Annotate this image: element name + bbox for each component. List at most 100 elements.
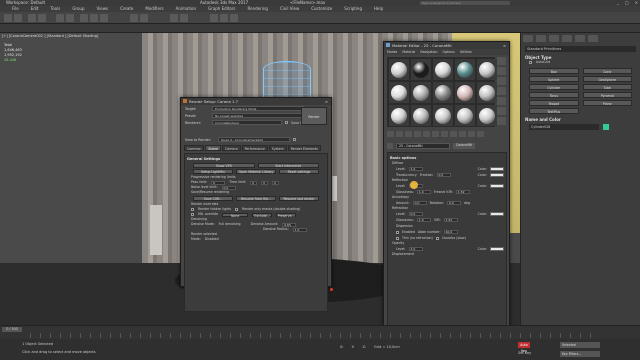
menu-material[interactable]: Material [402,49,415,55]
scale-icon[interactable] [100,14,108,22]
box-button[interactable]: Box [529,68,579,74]
pick-material-icon[interactable] [387,142,393,149]
reset-settings-button[interactable]: Reset settings [279,169,319,174]
save-cxr-button[interactable]: Save CXR... [193,196,233,201]
material-sample-slot[interactable] [389,105,409,126]
exclude-button[interactable]: Exclude... [252,212,273,218]
tab-system[interactable]: System [268,145,287,151]
textplus-button[interactable]: TextPlus [529,108,579,114]
material-editor-icon[interactable] [210,14,218,22]
refraction-glossiness-input[interactable]: 1.0 [416,218,431,222]
video-color-check-icon[interactable] [497,97,506,105]
angle-snap-icon[interactable] [140,14,148,22]
material-sample-slot[interactable] [389,59,409,80]
material-sample-slot[interactable] [455,105,475,126]
sphere-button[interactable]: Sphere [529,76,579,82]
setup-lightmix-button[interactable]: Setup LightMix [193,169,233,174]
material-sample-slot[interactable] [411,82,431,103]
make-unique-icon[interactable] [423,131,430,137]
material-id-icon[interactable] [441,131,448,137]
render-setup-icon[interactable] [220,14,228,22]
utilities-tab-icon[interactable] [588,35,598,42]
render-icon[interactable] [230,14,238,22]
fresnel-ior-input[interactable]: 1.52 [455,190,470,194]
open-material-library-button[interactable]: Open Material Library [236,169,276,174]
material-editor-titlebar[interactable]: Material Editor - 25 - CoronaMtl × [384,42,509,49]
go-to-parent-icon[interactable] [468,131,475,137]
denoise-mode-dropdown[interactable]: Full denoising [219,222,247,227]
key-filters-button[interactable]: Key Filters... [560,351,600,357]
dispersion-enabled-checkbox[interactable] [396,230,399,234]
modify-tab-icon[interactable] [536,35,546,42]
menu-modes[interactable]: Modes [387,49,397,55]
object-name-input[interactable]: Cylinder028 [529,124,599,130]
primitive-type-dropdown[interactable]: Standard Primitives [525,46,636,52]
redo-icon[interactable] [14,14,22,22]
set-key-button[interactable]: Set Key [518,351,531,355]
material-name-input[interactable]: 25 - CoronaMtl [396,142,450,149]
torus-button[interactable]: Torus [529,92,579,98]
resume-last-render-button[interactable]: Resume last render [279,196,319,201]
render-setup-titlebar[interactable]: Render Setup: Corona 1.7 × [181,98,331,105]
denoise-radius-input[interactable]: 1.0 [292,227,307,232]
anisotropy-amount-input[interactable]: 0.0 [412,201,427,205]
light-gizmo[interactable] [330,288,333,291]
material-sample-slot[interactable] [411,59,431,80]
search-input[interactable]: Type a keyword or phrase [420,1,510,5]
translucency-color-swatch[interactable] [490,173,504,177]
material-sample-slot[interactable] [433,82,453,103]
tab-common[interactable]: Common [184,145,205,151]
tube-button[interactable]: Tube [582,84,632,90]
pyramid-button[interactable]: Pyramid [582,92,632,98]
display-tab-icon[interactable] [575,35,585,42]
material-sample-slot[interactable] [411,105,431,126]
material-sample-slot[interactable] [477,59,497,80]
noise-limit-input[interactable]: 0.0 [221,185,236,190]
start-interactive-button[interactable]: Start interactive [257,163,319,168]
material-sample-slot[interactable] [477,105,497,126]
unlink-icon[interactable] [38,14,46,22]
show-vfb-button[interactable]: Show VFB [193,163,255,168]
render-hidden-checkbox[interactable] [191,208,194,211]
lock-view-icon[interactable] [293,138,296,141]
sample-type-icon[interactable] [497,57,506,65]
denoise-amount-input[interactable]: 0.65 [282,222,297,227]
get-material-icon[interactable] [387,131,394,137]
put-to-scene-icon[interactable] [396,131,403,137]
geosphere-button[interactable]: GeoSphere [582,76,632,82]
abbe-number-input[interactable]: 40.0 [443,230,458,234]
plane-button[interactable]: Plane [582,100,632,106]
caustics-checkbox[interactable] [435,236,439,240]
key-mode-dropdown[interactable]: Selected [560,342,600,348]
auto-key-button[interactable]: Auto Key [518,342,530,353]
render-selected-mode-dropdown[interactable]: Disabled [205,237,235,242]
select-by-name-icon[interactable] [66,14,74,22]
make-preview-icon[interactable] [497,107,506,115]
refraction-color-swatch[interactable] [490,212,504,216]
time-hours-input[interactable]: 0 [250,180,258,185]
translucency-fraction-input[interactable]: 0.0 [436,173,451,177]
time-seconds-input[interactable]: 0 [272,180,280,185]
material-sample-slot[interactable] [455,82,475,103]
opacity-color-swatch[interactable] [490,247,504,251]
opacity-level-input[interactable]: 1.0 [408,247,423,251]
autogrid-checkbox[interactable] [529,61,532,64]
cone-button[interactable]: Cone [582,68,632,74]
tab-render-elements[interactable]: Render Elements [287,145,321,151]
material-sample-slot[interactable] [433,105,453,126]
pass-limit-input[interactable]: 0 [211,180,226,185]
diffuse-color-swatch[interactable] [490,167,504,171]
backlight-icon[interactable] [497,67,506,75]
material-type-button[interactable]: CoronaMtl [453,142,475,149]
preset-dropdown[interactable]: No preset selected [212,113,304,118]
sample-uv-tiling-icon[interactable] [497,87,506,95]
mtl-override-slot[interactable]: None [222,212,249,218]
menu-utilities[interactable]: Utilities [460,49,472,55]
anisotropy-rotation-input[interactable]: 0.0 [447,201,462,205]
track-bar[interactable] [30,333,600,338]
preserve-button[interactable]: Preserve... [276,212,297,218]
reflection-color-swatch[interactable] [490,184,504,188]
pillar-object[interactable] [150,205,162,255]
assign-to-selection-icon[interactable] [405,131,412,137]
snap-icon[interactable] [130,14,138,22]
